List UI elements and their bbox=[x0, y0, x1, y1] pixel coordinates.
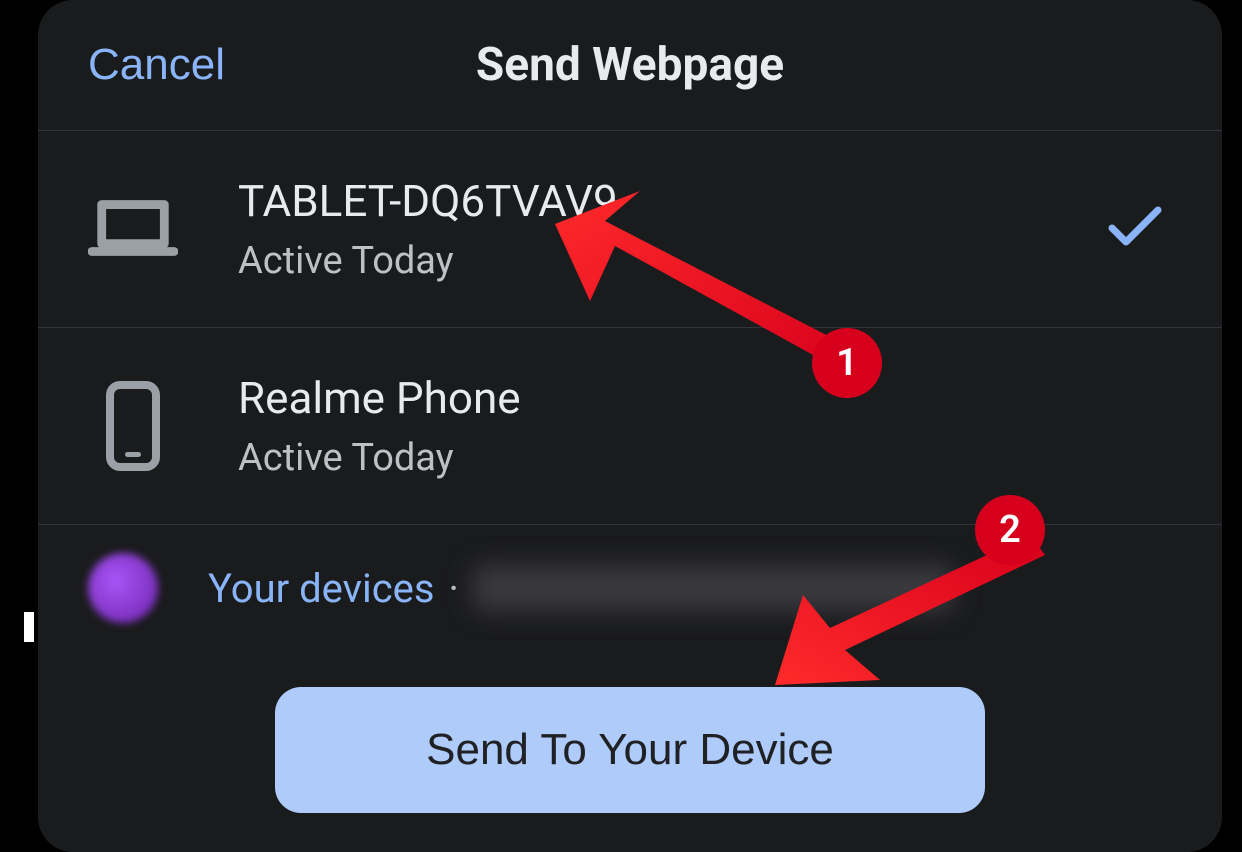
laptop-icon bbox=[88, 200, 178, 258]
check-icon bbox=[1108, 206, 1162, 252]
your-devices-link[interactable]: Your devices bbox=[208, 565, 435, 612]
device-status-label: Active Today bbox=[238, 436, 1172, 480]
cancel-button[interactable]: Cancel bbox=[88, 40, 225, 90]
avatar bbox=[88, 553, 158, 623]
device-row-phone[interactable]: Realme Phone Active Today bbox=[38, 328, 1222, 525]
device-info: TABLET-DQ6TVAV9 Active Today bbox=[238, 175, 1172, 283]
send-webpage-modal: Cancel Send Webpage TABLET-DQ6TVAV9 Acti… bbox=[38, 0, 1222, 852]
background-edge bbox=[24, 612, 34, 642]
device-info: Realme Phone Active Today bbox=[238, 372, 1172, 480]
modal-header: Cancel Send Webpage bbox=[38, 0, 1222, 131]
device-row-tablet[interactable]: TABLET-DQ6TVAV9 Active Today bbox=[38, 131, 1222, 328]
device-name-label: TABLET-DQ6TVAV9 bbox=[238, 175, 1172, 227]
device-status-label: Active Today bbox=[238, 239, 1172, 283]
send-to-device-button[interactable]: Send To Your Device bbox=[275, 687, 985, 813]
account-row: Your devices · bbox=[38, 525, 1222, 651]
page-title: Send Webpage bbox=[88, 38, 1172, 92]
separator-dot: · bbox=[449, 565, 459, 612]
account-text: Your devices · bbox=[208, 565, 953, 612]
phone-icon bbox=[88, 380, 178, 472]
account-email-redacted bbox=[473, 565, 953, 611]
device-name-label: Realme Phone bbox=[238, 372, 1172, 424]
